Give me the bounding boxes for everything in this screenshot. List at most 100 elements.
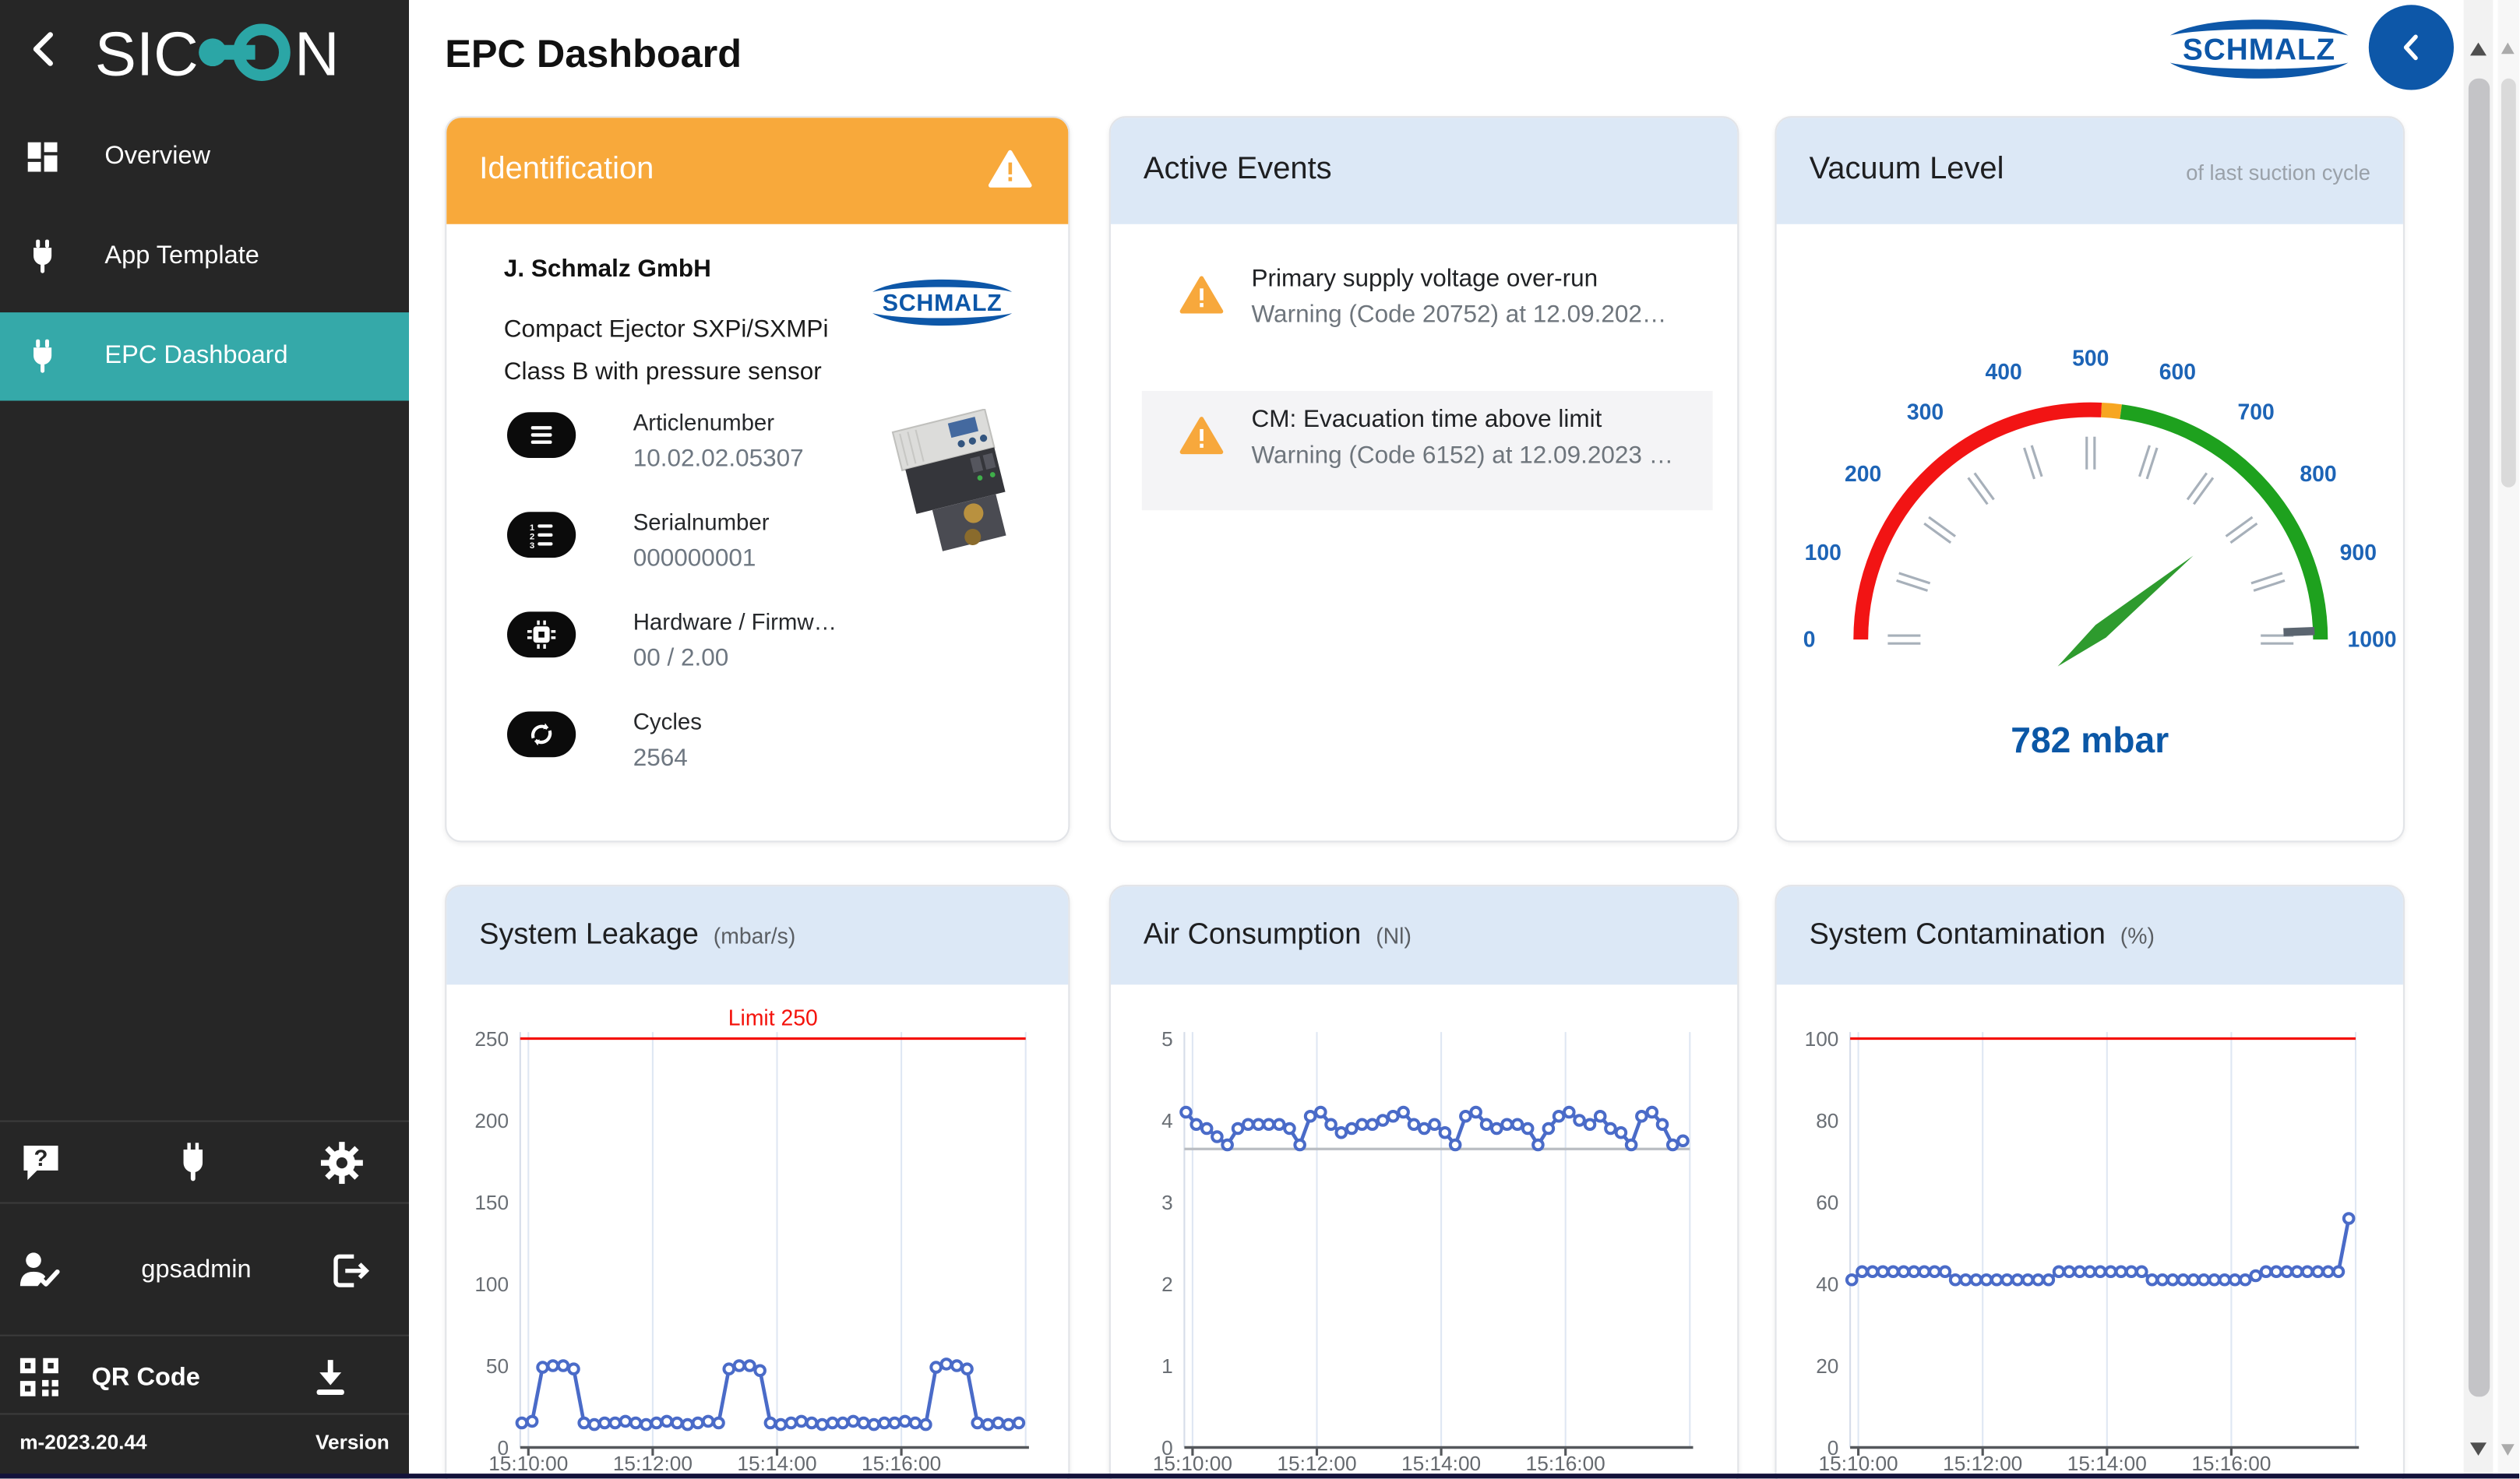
event-detail: Warning (Code 6152) at 12.09.2023 … <box>1251 442 1673 470</box>
active-events-header: Active Events <box>1111 118 1737 224</box>
gear-icon <box>319 1140 365 1186</box>
warning-triangle-icon <box>988 149 1032 198</box>
svg-text:100: 100 <box>1805 1027 1839 1051</box>
svg-text:50: 50 <box>486 1354 509 1378</box>
sidebar-item-label: App Template <box>104 242 259 272</box>
active-events-card: Active Events Primary supply voltage ove… <box>1109 116 1739 842</box>
sicon-logo: SIC N <box>92 10 370 98</box>
help-icon: ? <box>18 1140 64 1186</box>
svg-text:15:12:00: 15:12:00 <box>1943 1452 2022 1475</box>
svg-text:15:14:00: 15:14:00 <box>737 1452 816 1475</box>
window-bottom-edge <box>0 1473 2519 1478</box>
svg-text:100: 100 <box>474 1273 509 1296</box>
system-leakage-card: System Leakage(mbar/s) 050100150200250Li… <box>445 885 1070 1479</box>
schmalz-logo-text: SCHMALZ <box>883 291 1003 316</box>
scrollbar-thumb[interactable] <box>2501 79 2516 488</box>
ident-row-label: Cycles <box>633 708 702 734</box>
svg-text:15:12:00: 15:12:00 <box>1277 1452 1356 1475</box>
window-scrollbar[interactable] <box>2497 0 2519 1478</box>
scroll-up-arrow[interactable] <box>2470 43 2487 56</box>
scroll-down-arrow[interactable] <box>2501 1444 2515 1456</box>
inner-scrollbar[interactable] <box>2464 0 2494 1478</box>
system-leakage-unit: (mbar/s) <box>714 924 796 949</box>
svg-text:Limit 250: Limit 250 <box>728 1006 818 1031</box>
system-leakage-header: System Leakage (mbar/s) <box>446 886 1068 984</box>
svg-text:2: 2 <box>530 532 534 541</box>
plug-icon <box>23 238 62 276</box>
qr-code-label[interactable]: QR Code <box>92 1364 200 1393</box>
cycles-sync-icon <box>507 711 576 757</box>
svg-text:250: 250 <box>474 1027 509 1051</box>
svg-text:700: 700 <box>2237 400 2274 424</box>
svg-text:4: 4 <box>1161 1109 1173 1132</box>
system-leakage-chart: 050100150200250Limit 25015:10:0015:12:00… <box>446 984 1071 1479</box>
identification-title: Identification <box>479 152 654 188</box>
svg-text:200: 200 <box>1845 462 1881 487</box>
system-leakage-title: System Leakage <box>479 917 699 950</box>
sicon-logo-text-right: N <box>294 19 340 89</box>
svg-text:15:16:00: 15:16:00 <box>1526 1452 1605 1475</box>
event-title: CM: Evacuation time above limit <box>1251 406 1602 434</box>
ident-row-label: Serialnumber <box>633 509 770 535</box>
svg-text:200: 200 <box>474 1109 509 1132</box>
svg-text:15:14:00: 15:14:00 <box>2067 1452 2147 1475</box>
product-image <box>885 409 1026 574</box>
svg-text:3: 3 <box>530 541 534 551</box>
chip-icon <box>507 611 576 657</box>
sidebar: SIC N Overview Ap <box>0 0 409 1478</box>
svg-text:15:16:00: 15:16:00 <box>862 1452 941 1475</box>
sidebar-collapse-button[interactable] <box>16 23 72 78</box>
qr-code-icon <box>16 1354 62 1408</box>
system-contamination-title: System Contamination <box>1810 917 2106 950</box>
scrollbar-thumb[interactable] <box>2468 79 2489 1397</box>
help-button[interactable]: ? <box>18 1140 64 1191</box>
sidebar-item-epc-dashboard[interactable]: EPC Dashboard <box>0 312 409 400</box>
system-contamination-chart: 02040608010015:10:0015:12:0015:14:0015:1… <box>1777 984 2407 1479</box>
collapse-panel-button[interactable] <box>2369 5 2454 90</box>
schmalz-logo: SCHMALZ <box>2156 10 2363 97</box>
svg-text:0: 0 <box>1803 628 1816 653</box>
svg-text:800: 800 <box>2300 462 2336 487</box>
settings-button[interactable] <box>319 1140 365 1191</box>
logged-in-user: gpsadmin <box>82 1256 311 1286</box>
event-row[interactable]: Primary supply voltage over-run Warning … <box>1111 259 1741 373</box>
page-title: EPC Dashboard <box>445 33 742 79</box>
usb-plug-icon <box>170 1140 216 1186</box>
system-contamination-header: System Contamination (%) <box>1777 886 2403 984</box>
svg-text:15:16:00: 15:16:00 <box>2191 1452 2271 1475</box>
download-icon <box>308 1354 354 1400</box>
air-consumption-header: Air Consumption(Nl) <box>1111 886 1737 984</box>
sidebar-item-label: Overview <box>104 143 210 172</box>
svg-text:3: 3 <box>1161 1191 1173 1214</box>
svg-text:1000: 1000 <box>2347 628 2396 653</box>
svg-text:2: 2 <box>1161 1273 1173 1296</box>
plug-icon <box>23 337 62 376</box>
system-contamination-unit: (%) <box>2120 924 2155 949</box>
product-description-line1: Compact Ejector SXPi/SXMPi <box>504 309 829 352</box>
product-description-line2: Class B with pressure sensor <box>504 351 829 394</box>
ident-row-value: 00 / 2.00 <box>633 644 729 672</box>
warning-triangle-icon <box>1179 275 1224 324</box>
svg-text:300: 300 <box>1907 400 1944 424</box>
usb-device-button[interactable] <box>170 1140 216 1191</box>
svg-text:150: 150 <box>474 1191 509 1214</box>
sidebar-item-overview[interactable]: Overview <box>0 113 409 201</box>
epc-dashboard-app: SIC N Overview Ap <box>0 0 2519 1478</box>
svg-text:15:12:00: 15:12:00 <box>613 1452 693 1475</box>
sidebar-item-label: EPC Dashboard <box>104 342 287 372</box>
vacuum-level-subtitle: of last suction cycle <box>2186 160 2370 185</box>
warning-triangle-icon <box>1179 415 1224 464</box>
svg-text:1: 1 <box>530 523 535 533</box>
svg-text:?: ? <box>34 1146 48 1171</box>
sidebar-item-app-template[interactable]: App Template <box>0 213 409 301</box>
vacuum-value: 782 mbar <box>1777 720 2403 762</box>
scroll-down-arrow[interactable] <box>2470 1442 2487 1456</box>
identification-card-header: Identification <box>446 118 1068 224</box>
logout-button[interactable] <box>327 1248 373 1298</box>
event-row[interactable]: CM: Evacuation time above limit Warning … <box>1142 391 1713 510</box>
logout-icon <box>327 1248 373 1294</box>
user-check-icon <box>16 1248 62 1294</box>
download-button[interactable] <box>308 1354 354 1405</box>
scroll-up-arrow[interactable] <box>2501 43 2515 55</box>
svg-text:900: 900 <box>2340 541 2377 565</box>
